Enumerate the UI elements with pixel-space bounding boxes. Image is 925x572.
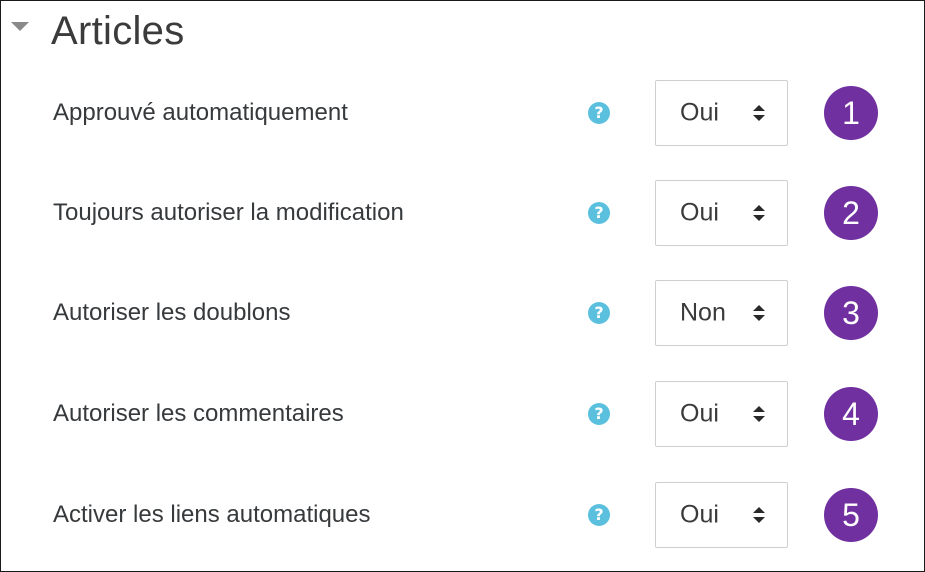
setting-row-auto-links: Activer les liens automatiques ? Oui 5 [1, 480, 924, 550]
help-icon[interactable]: ? [588, 202, 610, 224]
updown-arrows-icon [753, 104, 765, 122]
setting-label: Autoriser les commentaires [53, 400, 344, 427]
section-title: Articles [51, 8, 185, 53]
help-icon[interactable]: ? [588, 403, 610, 425]
number-badge: 4 [824, 387, 878, 441]
updown-arrows-icon [753, 506, 765, 524]
setting-row-auto-approve: Approuvé automatiquement ? Oui 1 [1, 78, 924, 148]
help-icon[interactable]: ? [588, 102, 610, 124]
number-badge: 3 [824, 286, 878, 340]
section-header-articles[interactable]: Articles [11, 7, 185, 55]
setting-label: Approuvé automatiquement [53, 99, 348, 126]
help-icon[interactable]: ? [588, 504, 610, 526]
select-auto-links[interactable]: Oui [655, 482, 788, 548]
select-auto-approve[interactable]: Oui [655, 80, 788, 146]
setting-row-duplicates: Autoriser les doublons ? Non 3 [1, 278, 924, 348]
select-always-edit[interactable]: Oui [655, 180, 788, 246]
number-badge: 5 [824, 488, 878, 542]
setting-row-always-edit: Toujours autoriser la modification ? Oui… [1, 178, 924, 248]
select-value: Oui [680, 500, 719, 529]
help-icon[interactable]: ? [588, 302, 610, 324]
setting-label: Autoriser les doublons [53, 299, 291, 326]
select-comments[interactable]: Oui [655, 381, 788, 447]
updown-arrows-icon [753, 405, 765, 423]
caret-down-icon[interactable] [11, 21, 29, 31]
select-duplicates[interactable]: Non [655, 280, 788, 346]
setting-label: Toujours autoriser la modification [53, 199, 404, 226]
setting-label: Activer les liens automatiques [53, 501, 371, 528]
number-badge: 2 [824, 186, 878, 240]
settings-panel: Articles Approuvé automatiquement ? Oui … [0, 0, 925, 572]
select-value: Oui [680, 399, 719, 428]
updown-arrows-icon [753, 304, 765, 322]
updown-arrows-icon [753, 204, 765, 222]
select-value: Oui [680, 198, 719, 227]
setting-row-comments: Autoriser les commentaires ? Oui 4 [1, 379, 924, 449]
number-badge: 1 [824, 86, 878, 140]
select-value: Non [680, 298, 726, 327]
select-value: Oui [680, 98, 719, 127]
